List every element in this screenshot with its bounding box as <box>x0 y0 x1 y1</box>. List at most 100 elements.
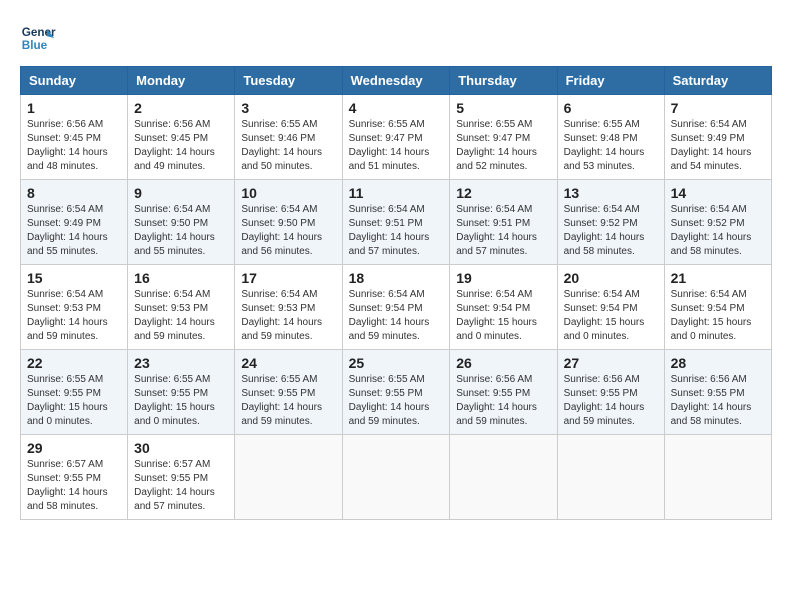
day-number: 1 <box>27 100 121 116</box>
cell-info: Sunrise: 6:54 AMSunset: 9:50 PMDaylight:… <box>241 203 335 259</box>
cell-info: Sunrise: 6:56 AMSunset: 9:55 PMDaylight:… <box>456 373 550 429</box>
calendar-cell: 17Sunrise: 6:54 AMSunset: 9:53 PMDayligh… <box>235 265 342 350</box>
calendar-cell <box>450 435 557 520</box>
calendar-cell: 24 Sunrise: 6:55 AMSunset: 9:55 PMDayligh… <box>235 350 342 435</box>
logo-icon: General Blue <box>20 20 56 56</box>
calendar-cell: 21 Sunrise: 6:54 AMSunset: 9:54 PMDayligh… <box>664 265 771 350</box>
day-number: 2 <box>134 100 228 116</box>
cell-info: Sunrise: 6:54 AMSunset: 9:49 PMDaylight:… <box>671 118 765 174</box>
cell-info: Sunrise: 6:54 AMSunset: 9:53 PMDaylight:… <box>134 288 228 344</box>
day-number: 19 <box>456 270 550 286</box>
calendar-cell <box>235 435 342 520</box>
cell-info: Sunrise: 6:54 AMSunset: 9:51 PMDaylight:… <box>456 203 550 259</box>
cell-info: Sunrise: 6:54 AMSunset: 9:53 PMDaylight:… <box>27 288 121 344</box>
header-wednesday: Wednesday <box>342 67 450 95</box>
day-number: 21 <box>671 270 765 286</box>
calendar-cell: 9 Sunrise: 6:54 AMSunset: 9:50 PMDaylight… <box>128 180 235 265</box>
day-number: 10 <box>241 185 335 201</box>
cell-info: Sunrise: 6:54 AMSunset: 9:49 PMDaylight:… <box>27 203 121 259</box>
calendar-header-row: SundayMondayTuesdayWednesdayThursdayFrid… <box>21 67 772 95</box>
cell-info: Sunrise: 6:55 AMSunset: 9:47 PMDaylight:… <box>349 118 444 174</box>
calendar-week-1: 1 Sunrise: 6:56 AMSunset: 9:45 PMDaylight… <box>21 95 772 180</box>
cell-info: Sunrise: 6:55 AMSunset: 9:55 PMDaylight:… <box>27 373 121 429</box>
cell-info: Sunrise: 6:54 AMSunset: 9:54 PMDaylight:… <box>564 288 658 344</box>
cell-info: Sunrise: 6:55 AMSunset: 9:46 PMDaylight:… <box>241 118 335 174</box>
cell-info: Sunrise: 6:56 AMSunset: 9:55 PMDaylight:… <box>671 373 765 429</box>
day-number: 3 <box>241 100 335 116</box>
calendar-cell: 13 Sunrise: 6:54 AMSunset: 9:52 PMDayligh… <box>557 180 664 265</box>
day-number: 22 <box>27 355 121 371</box>
calendar-week-5: 29 Sunrise: 6:57 AMSunset: 9:55 PMDayligh… <box>21 435 772 520</box>
cell-info: Sunrise: 6:54 AMSunset: 9:52 PMDaylight:… <box>671 203 765 259</box>
cell-info: Sunrise: 6:56 AMSunset: 9:55 PMDaylight:… <box>564 373 658 429</box>
cell-info: Sunrise: 6:55 AMSunset: 9:55 PMDaylight:… <box>134 373 228 429</box>
calendar-cell: 29 Sunrise: 6:57 AMSunset: 9:55 PMDayligh… <box>21 435 128 520</box>
header-tuesday: Tuesday <box>235 67 342 95</box>
cell-info: Sunrise: 6:55 AMSunset: 9:47 PMDaylight:… <box>456 118 550 174</box>
cell-info: Sunrise: 6:55 AMSunset: 9:55 PMDaylight:… <box>241 373 335 429</box>
calendar-cell: 14 Sunrise: 6:54 AMSunset: 9:52 PMDayligh… <box>664 180 771 265</box>
calendar-cell: 30Sunrise: 6:57 AMSunset: 9:55 PMDayligh… <box>128 435 235 520</box>
cell-info: Sunrise: 6:54 AMSunset: 9:54 PMDaylight:… <box>456 288 550 344</box>
header-friday: Friday <box>557 67 664 95</box>
calendar-cell: 26 Sunrise: 6:56 AMSunset: 9:55 PMDayligh… <box>450 350 557 435</box>
calendar-table: SundayMondayTuesdayWednesdayThursdayFrid… <box>20 66 772 520</box>
day-number: 11 <box>349 185 444 201</box>
day-number: 17 <box>241 270 335 286</box>
cell-info: Sunrise: 6:57 AMSunset: 9:55 PMDaylight:… <box>27 458 121 514</box>
calendar-cell: 7 Sunrise: 6:54 AMSunset: 9:49 PMDaylight… <box>664 95 771 180</box>
day-number: 4 <box>349 100 444 116</box>
calendar-cell: 11 Sunrise: 6:54 AMSunset: 9:51 PMDayligh… <box>342 180 450 265</box>
calendar-cell: 28 Sunrise: 6:56 AMSunset: 9:55 PMDayligh… <box>664 350 771 435</box>
svg-text:Blue: Blue <box>22 39 48 52</box>
calendar-cell: 2 Sunrise: 6:56 AMSunset: 9:45 PMDaylight… <box>128 95 235 180</box>
calendar-cell: 4 Sunrise: 6:55 AMSunset: 9:47 PMDaylight… <box>342 95 450 180</box>
day-number: 16 <box>134 270 228 286</box>
day-number: 28 <box>671 355 765 371</box>
calendar-cell <box>557 435 664 520</box>
cell-info: Sunrise: 6:54 AMSunset: 9:50 PMDaylight:… <box>134 203 228 259</box>
day-number: 13 <box>564 185 658 201</box>
day-number: 14 <box>671 185 765 201</box>
day-number: 29 <box>27 440 121 456</box>
calendar-cell: 5 Sunrise: 6:55 AMSunset: 9:47 PMDaylight… <box>450 95 557 180</box>
day-number: 20 <box>564 270 658 286</box>
day-number: 24 <box>241 355 335 371</box>
calendar-cell: 10 Sunrise: 6:54 AMSunset: 9:50 PMDayligh… <box>235 180 342 265</box>
day-number: 7 <box>671 100 765 116</box>
day-number: 23 <box>134 355 228 371</box>
calendar-cell: 12 Sunrise: 6:54 AMSunset: 9:51 PMDayligh… <box>450 180 557 265</box>
day-number: 27 <box>564 355 658 371</box>
cell-info: Sunrise: 6:55 AMSunset: 9:55 PMDaylight:… <box>349 373 444 429</box>
calendar-week-3: 15Sunrise: 6:54 AMSunset: 9:53 PMDayligh… <box>21 265 772 350</box>
cell-info: Sunrise: 6:56 AMSunset: 9:45 PMDaylight:… <box>27 118 121 174</box>
day-number: 18 <box>349 270 444 286</box>
calendar-week-2: 8 Sunrise: 6:54 AMSunset: 9:49 PMDaylight… <box>21 180 772 265</box>
calendar-cell: 1 Sunrise: 6:56 AMSunset: 9:45 PMDaylight… <box>21 95 128 180</box>
cell-info: Sunrise: 6:56 AMSunset: 9:45 PMDaylight:… <box>134 118 228 174</box>
header-saturday: Saturday <box>664 67 771 95</box>
day-number: 6 <box>564 100 658 116</box>
calendar-cell: 8 Sunrise: 6:54 AMSunset: 9:49 PMDaylight… <box>21 180 128 265</box>
cell-info: Sunrise: 6:54 AMSunset: 9:54 PMDaylight:… <box>671 288 765 344</box>
day-number: 9 <box>134 185 228 201</box>
logo: General Blue <box>20 20 56 56</box>
day-number: 26 <box>456 355 550 371</box>
calendar-cell <box>664 435 771 520</box>
svg-text:General: General <box>22 26 56 39</box>
day-number: 12 <box>456 185 550 201</box>
day-number: 25 <box>349 355 444 371</box>
header-sunday: Sunday <box>21 67 128 95</box>
calendar-cell: 16 Sunrise: 6:54 AMSunset: 9:53 PMDayligh… <box>128 265 235 350</box>
calendar-cell: 15Sunrise: 6:54 AMSunset: 9:53 PMDayligh… <box>21 265 128 350</box>
cell-info: Sunrise: 6:55 AMSunset: 9:48 PMDaylight:… <box>564 118 658 174</box>
calendar-week-4: 22 Sunrise: 6:55 AMSunset: 9:55 PMDayligh… <box>21 350 772 435</box>
calendar-cell: 20 Sunrise: 6:54 AMSunset: 9:54 PMDayligh… <box>557 265 664 350</box>
day-number: 8 <box>27 185 121 201</box>
day-number: 5 <box>456 100 550 116</box>
header-monday: Monday <box>128 67 235 95</box>
header-thursday: Thursday <box>450 67 557 95</box>
calendar-cell: 25 Sunrise: 6:55 AMSunset: 9:55 PMDayligh… <box>342 350 450 435</box>
cell-info: Sunrise: 6:54 AMSunset: 9:52 PMDaylight:… <box>564 203 658 259</box>
cell-info: Sunrise: 6:54 AMSunset: 9:51 PMDaylight:… <box>349 203 444 259</box>
